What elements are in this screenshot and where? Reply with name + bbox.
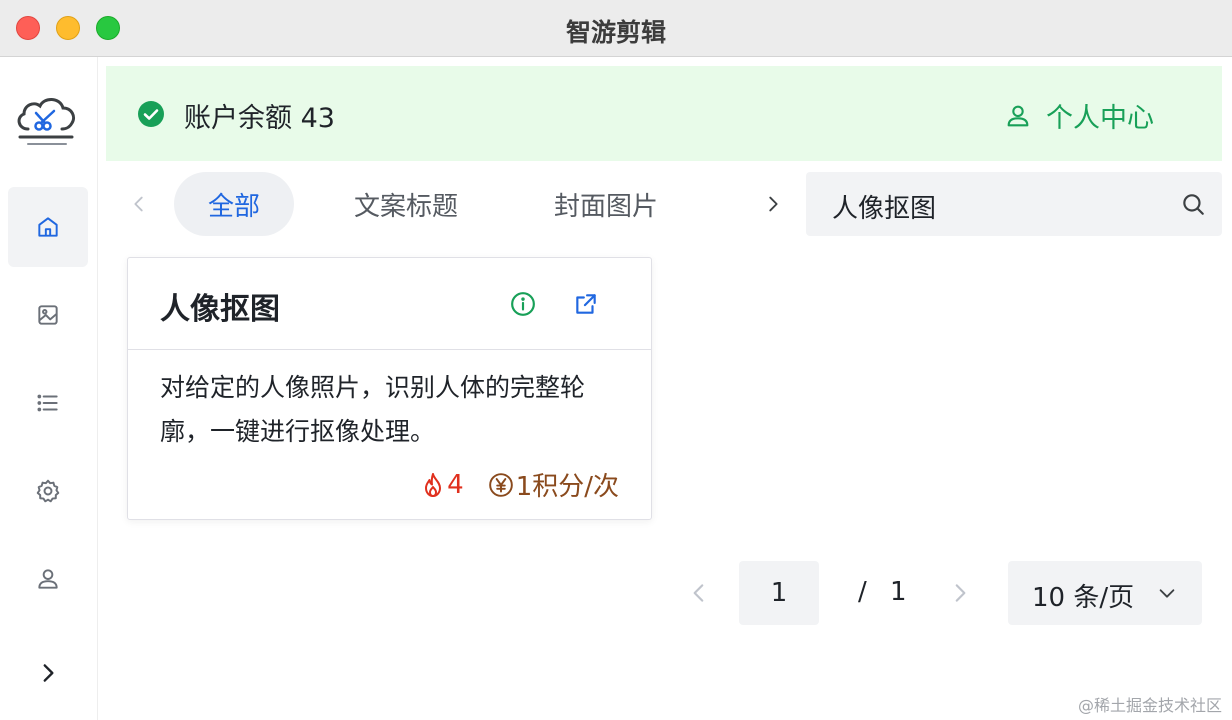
tool-card-header: 人像抠图 [128,258,651,350]
tool-card-footer: 4 1积分/次 [421,466,619,503]
window-title: 智游剪辑 [565,18,666,47]
next-page-button[interactable] [947,580,973,606]
tabs-scroll-right-button[interactable] [758,188,788,220]
user-icon [1007,105,1029,126]
page-size-value: 10 条/页 [1032,583,1135,613]
price-value: 1积分/次 [515,472,619,502]
tool-card[interactable]: 人像抠图 对给定的人像照片，识别人体的完整轮廓，一键进行抠像处理。 4 1积分/… [127,257,652,520]
page-number-input[interactable]: 1 [739,561,819,625]
home-icon [38,217,58,237]
check-circle-icon [138,101,164,127]
tab-cover-images[interactable]: 封面图片 [536,172,676,236]
chevron-right-icon [43,664,54,682]
search-input[interactable]: 人像抠图 [806,172,1222,236]
chevron-right-icon [769,196,778,212]
sidebar-item-profile[interactable] [8,539,88,619]
sidebar-item-home[interactable] [8,187,88,267]
hot-count: 4 [421,470,464,500]
sidebar [0,57,98,720]
user-center-button[interactable]: 个人中心 [1004,96,1154,135]
page-size-select[interactable]: 10 条/页 [1008,561,1202,625]
tool-card-description: 对给定的人像照片，识别人体的完整轮廓，一键进行抠像处理。 [160,373,586,446]
title-bar: 智游剪辑 [0,0,1232,57]
gear-icon [36,479,60,503]
sidebar-item-list[interactable] [8,363,88,443]
price: 1积分/次 [488,466,619,503]
total-pages: 1 [890,577,907,607]
sidebar-item-images[interactable] [8,275,88,355]
tab-all[interactable]: 全部 [174,172,294,236]
search-icon[interactable] [1180,191,1206,217]
account-banner: 账户余额 43 个人中心 [106,66,1222,161]
yen-coin-icon [488,472,513,497]
user-center-label: 个人中心 [1046,103,1154,134]
list-icon [37,394,58,412]
account-balance: 账户余额 43 [184,103,335,134]
search-input-value: 人像抠图 [832,194,937,224]
tool-card-title: 人像抠图 [160,292,280,327]
tab-copy-titles[interactable]: 文案标题 [336,172,476,236]
page-separator: / [858,577,867,607]
hot-count-value: 4 [447,469,464,500]
cloud-scissors-logo [17,98,76,145]
external-link-icon[interactable] [573,291,599,317]
chevron-down-icon [1159,589,1175,598]
chevron-left-icon [134,196,143,212]
image-icon [38,305,58,325]
tabs-scroll-left-button[interactable] [124,188,154,220]
watermark: @稀土掘金技术社区 [1077,696,1222,715]
fire-icon [425,472,442,497]
info-icon[interactable] [510,291,536,317]
sidebar-expand-button[interactable] [8,633,88,713]
user-icon [38,569,58,589]
prev-page-button[interactable] [686,580,712,606]
sidebar-item-settings[interactable] [8,451,88,531]
